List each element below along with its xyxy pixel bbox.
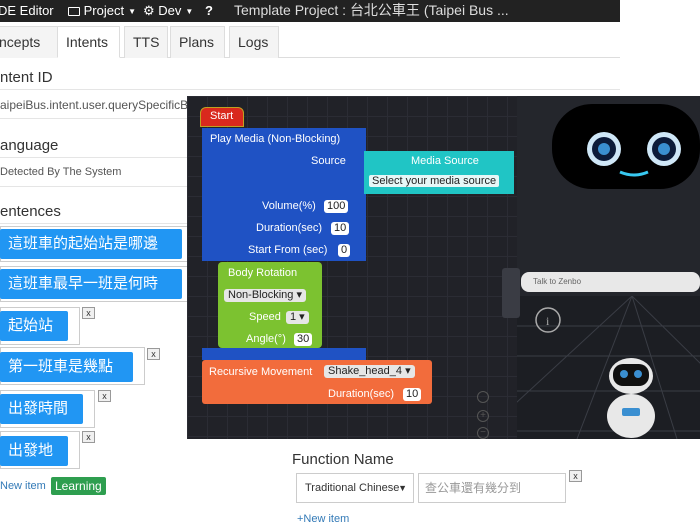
folder-icon [68, 7, 80, 16]
block-editor-canvas[interactable]: Start Play Media (Non-Blocking) Source M… [187, 96, 517, 439]
tab-intents[interactable]: Intents [57, 26, 120, 58]
recenter-icon[interactable] [477, 391, 489, 403]
remove-sentence-button[interactable]: x [82, 307, 95, 319]
speed-label: Speed [249, 311, 281, 323]
media-source-select[interactable]: Select your media source [369, 175, 500, 187]
sentence-chip[interactable]: 第一班車是幾點 [0, 352, 133, 382]
tab-logs[interactable]: Logs [229, 26, 279, 58]
movement-value: Shake_head_4 [328, 365, 403, 377]
volume-input[interactable]: 100 [324, 200, 349, 213]
body-rotation-title: Body Rotation [228, 267, 298, 279]
speed-value: 1 [290, 311, 297, 323]
language-value: Detected By The System [0, 166, 122, 178]
new-sentence-link[interactable]: New item [0, 480, 46, 492]
zoom-in-icon[interactable]: + [477, 410, 489, 422]
rm-duration-label: Duration(sec) [328, 388, 395, 400]
remove-sentence-button[interactable]: x [82, 431, 95, 443]
zoom-out-icon[interactable]: − [477, 427, 489, 439]
angle-label: Angle(°) [246, 333, 286, 345]
sentence-chip[interactable]: 這班車最早一班是何時 [0, 269, 182, 299]
tab-tts[interactable]: TTS [124, 26, 168, 58]
gear-icon: ⚙ [143, 3, 155, 18]
new-function-name-link[interactable]: +New item [297, 513, 349, 525]
divider [0, 89, 620, 90]
speed-dropdown[interactable]: 1 ▾ [286, 311, 309, 324]
caret-down-icon: ▼ [185, 7, 194, 17]
recursive-movement-title: Recursive Movement [209, 366, 313, 378]
tab-bar: ncepts Intents TTS Plans Logs [0, 22, 620, 58]
rm-duration-input[interactable]: 10 [403, 388, 422, 401]
top-navbar: DE Editor Project ▼ ⚙ Dev ▼ ? Template Pro… [0, 0, 620, 22]
angle-input[interactable]: 30 [294, 333, 313, 346]
caret-down-icon: ▼ [128, 7, 137, 17]
dev-menu[interactable]: ⚙ Dev ▼ [143, 3, 193, 19]
help-button[interactable]: ? [205, 3, 213, 18]
panel-collapse-handle[interactable] [502, 268, 520, 318]
caret-down-icon: ▼ [398, 483, 407, 493]
start-block[interactable]: Start [200, 107, 244, 127]
robot-preview-panel: Talk to Zenbo i [517, 96, 700, 439]
media-source-title: Media Source [411, 155, 479, 167]
play-media-block[interactable] [202, 128, 366, 261]
tab-plans[interactable]: Plans [170, 26, 225, 58]
function-name-input[interactable]: 查公車還有幾分到 [418, 473, 566, 503]
dev-menu-label: Dev [158, 3, 182, 18]
start-block-label: Start [210, 110, 234, 122]
sentence-chip[interactable]: 出發時間 [0, 394, 83, 424]
blocking-mode-value: Non-Blocking [228, 289, 294, 301]
learning-badge[interactable]: Learning [51, 477, 106, 495]
sentence-chip[interactable]: 起始站 [0, 311, 68, 341]
start-from-label: Start From (sec) [248, 244, 328, 256]
language-label: anguage [0, 137, 59, 154]
tab-concepts[interactable]: ncepts [0, 26, 58, 58]
duration-label: Duration(sec) [256, 222, 323, 234]
project-menu-label: Project [83, 3, 125, 18]
sentence-chip[interactable]: 這班車的起始站是哪邊 [0, 229, 182, 259]
play-media-footer [202, 348, 366, 360]
intent-id-value[interactable]: aipeiBus.intent.user.querySpecificB [0, 98, 188, 112]
editor-brand[interactable]: DE Editor [0, 3, 54, 18]
start-from-input[interactable]: 0 [338, 244, 351, 257]
source-label: Source [311, 155, 346, 167]
movement-dropdown[interactable]: Shake_head_4 ▾ [324, 365, 415, 378]
remove-sentence-button[interactable]: x [147, 348, 160, 360]
remove-sentence-button[interactable]: x [98, 390, 111, 402]
talk-input[interactable]: Talk to Zenbo [521, 272, 700, 292]
robot-face-display [552, 104, 700, 189]
project-menu[interactable]: Project ▼ [68, 3, 136, 18]
volume-label: Volume(%) [262, 200, 316, 212]
function-language-value: Traditional Chinese [305, 482, 400, 494]
sentence-chip[interactable]: 出發地 [0, 436, 68, 466]
robot-3d-view: i [517, 295, 700, 439]
blocking-mode-dropdown[interactable]: Non-Blocking ▾ [224, 289, 306, 302]
intent-id-label: ntent ID [0, 69, 53, 86]
duration-input[interactable]: 10 [331, 222, 350, 235]
remove-function-name-button[interactable]: x [569, 470, 582, 482]
project-title: Template Project : 台北公車王 (Taipei Bus ... [234, 2, 509, 18]
function-language-select[interactable]: Traditional Chinese ▼ [296, 473, 414, 503]
floor-grid: i [517, 295, 700, 439]
function-name-label: Function Name [292, 451, 394, 468]
play-media-title: Play Media (Non-Blocking) [210, 133, 341, 145]
robot-eyes-icon [587, 132, 681, 177]
sentences-label: entences [0, 203, 61, 220]
